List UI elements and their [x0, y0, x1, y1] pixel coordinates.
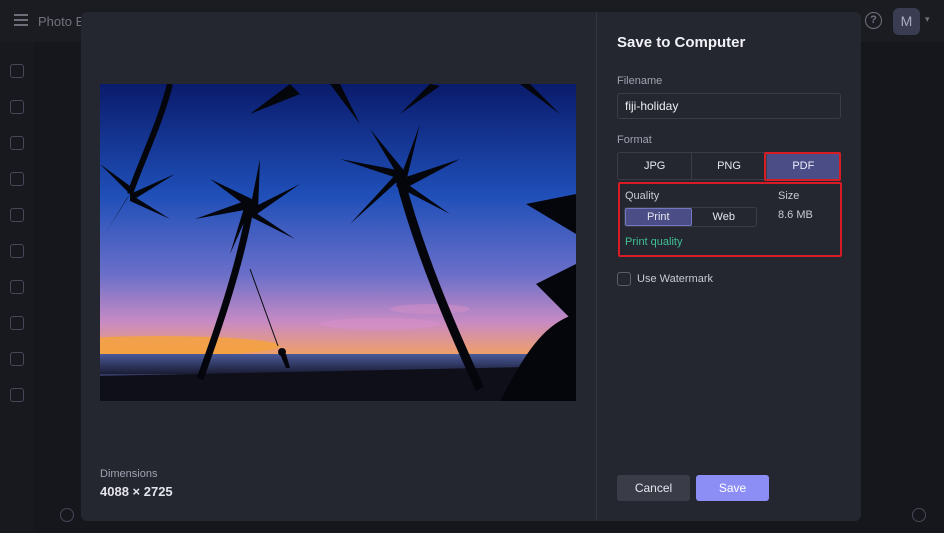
layers-icon[interactable] — [60, 508, 74, 522]
format-jpg-button[interactable]: JPG — [618, 153, 693, 179]
avatar[interactable]: M — [893, 8, 920, 35]
format-pdf-button[interactable]: PDF — [766, 153, 840, 179]
image-icon[interactable] — [10, 316, 24, 330]
filename-input[interactable] — [617, 93, 841, 119]
format-png-button[interactable]: PNG — [692, 153, 767, 179]
frame-icon[interactable] — [10, 244, 24, 258]
camera-icon[interactable] — [10, 388, 24, 402]
filename-label: Filename — [617, 75, 663, 87]
save-button[interactable]: Save — [696, 475, 769, 501]
tool-rail — [0, 42, 34, 533]
eye-icon[interactable] — [10, 136, 24, 150]
quality-label: Quality — [625, 190, 660, 202]
size-label: Size — [778, 190, 800, 202]
menu-icon[interactable] — [14, 14, 28, 26]
quality-note: Print quality — [625, 236, 683, 248]
app-title: Photo E — [38, 14, 85, 29]
adjust-icon[interactable] — [10, 100, 24, 114]
elements-icon[interactable] — [10, 280, 24, 294]
quality-print-button[interactable]: Print — [625, 208, 692, 226]
quality-selector: Print Web — [624, 207, 757, 227]
history-icon[interactable] — [912, 508, 926, 522]
quality-web-button[interactable]: Web — [692, 208, 757, 226]
watermark-label[interactable]: Use Watermark — [637, 273, 713, 285]
save-options-panel: Save to Computer Filename Format JPG PNG… — [597, 12, 861, 521]
text-icon[interactable] — [10, 352, 24, 366]
save-dialog: Dimensions 4088 × 2725 Save to Computer … — [81, 12, 861, 521]
format-selector: JPG PNG PDF — [617, 152, 841, 180]
chevron-down-icon[interactable]: ▾ — [925, 14, 930, 25]
dimensions-value: 4088 × 2725 — [100, 484, 173, 499]
format-label: Format — [617, 134, 652, 146]
watermark-checkbox[interactable] — [617, 272, 631, 286]
palm-sunset-photo — [100, 84, 576, 401]
magic-icon[interactable] — [10, 172, 24, 186]
dimensions-label: Dimensions — [100, 468, 158, 480]
crop-icon[interactable] — [10, 64, 24, 78]
cancel-button[interactable]: Cancel — [617, 475, 690, 501]
palette-icon[interactable] — [10, 208, 24, 222]
size-value: 8.6 MB — [778, 209, 813, 221]
dialog-title: Save to Computer — [617, 34, 746, 51]
preview-pane: Dimensions 4088 × 2725 — [81, 12, 596, 521]
help-icon[interactable]: ? — [865, 12, 882, 29]
preview-image — [100, 84, 576, 401]
